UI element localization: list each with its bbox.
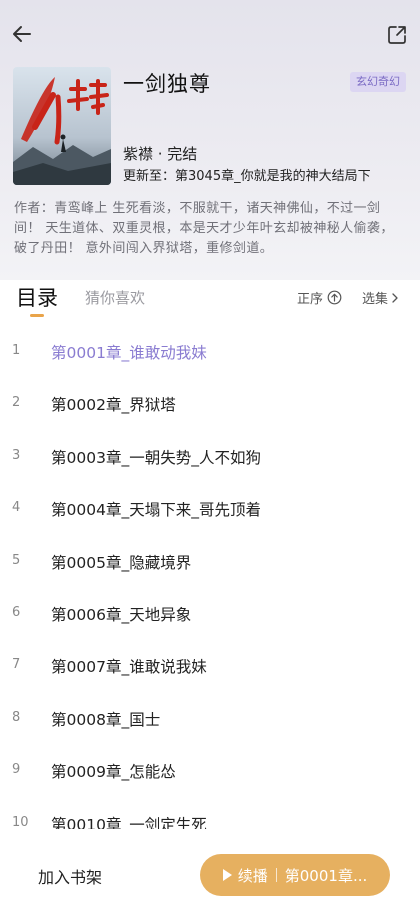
chapter-number: 5 <box>12 552 21 568</box>
tab-indicator <box>30 314 44 317</box>
play-icon <box>222 869 232 881</box>
chapter-number: 9 <box>12 762 21 778</box>
book-cover-art <box>13 67 111 185</box>
continue-label: 续播 <box>237 866 268 885</box>
chapter-row[interactable]: 1 第0001章_谁敢动我妹 <box>0 326 420 378</box>
chevron-right-icon <box>392 292 398 303</box>
genre-badge[interactable]: 玄幻奇幻 <box>350 72 406 92</box>
chapter-title: 第0009章_怎能怂 <box>51 763 176 782</box>
chapter-number: 10 <box>12 814 29 829</box>
book-cover[interactable] <box>13 67 111 185</box>
chapter-number: 1 <box>12 343 21 358</box>
bottom-bar: 加入书架 续播 第0001章... <box>0 830 420 900</box>
chapter-row[interactable]: 9 第0009章_怎能怂 <box>0 745 420 797</box>
book-title: 一剑独尊 <box>123 72 211 96</box>
back-arrow-icon <box>13 26 31 42</box>
sort-arrow-icon <box>327 290 342 305</box>
tab-toc[interactable]: 目录 <box>16 282 58 312</box>
chapter-row[interactable]: 4 第0004章_天塌下来_哥先顶着 <box>0 483 420 535</box>
chapter-row[interactable]: 2 第0002章_界狱塔 <box>0 378 420 430</box>
chapter-title: 第0003章_一朝失势_人不如狗 <box>51 448 261 467</box>
chapter-row[interactable]: 6 第0006章_天地异象 <box>0 588 420 640</box>
chapter-title: 第0010章_一剑定生死 <box>51 815 207 829</box>
share-icon <box>388 26 406 44</box>
chapter-title: 第0002章_界狱塔 <box>51 396 176 415</box>
chapter-title: 第0007章_谁敢说我妹 <box>51 658 207 677</box>
back-button[interactable] <box>8 20 36 48</box>
select-label: 选集 <box>362 292 389 307</box>
select-episodes-button[interactable]: 选集 <box>362 288 400 307</box>
chapter-number: 2 <box>12 395 21 411</box>
chapter-row[interactable]: 8 第0008章_国士 <box>0 693 420 745</box>
chapter-title: 第0004章_天塌下来_哥先顶着 <box>51 501 261 520</box>
chapter-row[interactable]: 5 第0005章_隐藏境界 <box>0 536 420 588</box>
continue-chapter: 第0001章... <box>284 866 368 885</box>
chapter-row[interactable]: 7 第0007章_谁敢说我妹 <box>0 640 420 692</box>
chapter-title: 第0001章_谁敢动我妹 <box>51 344 207 362</box>
chapter-number: 3 <box>12 447 21 463</box>
sort-button[interactable]: 正序 <box>297 288 342 307</box>
chapter-title: 第0008章_国士 <box>51 710 161 729</box>
chapter-number: 8 <box>12 709 21 725</box>
divider <box>275 868 277 882</box>
chapter-number: 4 <box>12 500 21 516</box>
synopsis: 作者：青鸾峰上 生死看淡，不服就干，诸天神佛仙，不过一剑间！ 天生道体、双重灵根… <box>14 201 394 256</box>
add-to-shelf-button[interactable]: 加入书架 <box>38 864 102 888</box>
tab-recommend[interactable]: 猜你喜欢 <box>85 287 145 308</box>
chapter-number: 6 <box>12 604 21 620</box>
sort-label: 正序 <box>297 292 324 307</box>
chapter-number: 7 <box>12 657 21 673</box>
chapter-title: 第0005章_隐藏境界 <box>51 553 192 572</box>
continue-play-button[interactable]: 续播 第0001章... <box>200 854 390 896</box>
chapter-list[interactable]: 1 第0001章_谁敢动我妹 2 第0002章_界狱塔 3 第0003章_一朝失… <box>0 326 420 829</box>
top-bar <box>0 0 420 70</box>
chapter-title: 第0006章_天地异象 <box>51 605 192 624</box>
latest-update: 更新至：第3045章_你就是我的神大结局下 <box>123 169 371 184</box>
author-status[interactable]: 紫襟 · 完结 <box>123 143 197 164</box>
tab-bar: 目录 猜你喜欢 正序 选集 <box>0 278 420 320</box>
chapter-row[interactable]: 3 第0003章_一朝失势_人不如狗 <box>0 431 420 483</box>
chapter-row[interactable]: 10 第0010章_一剑定生死 <box>0 798 420 829</box>
share-button[interactable] <box>384 22 410 48</box>
